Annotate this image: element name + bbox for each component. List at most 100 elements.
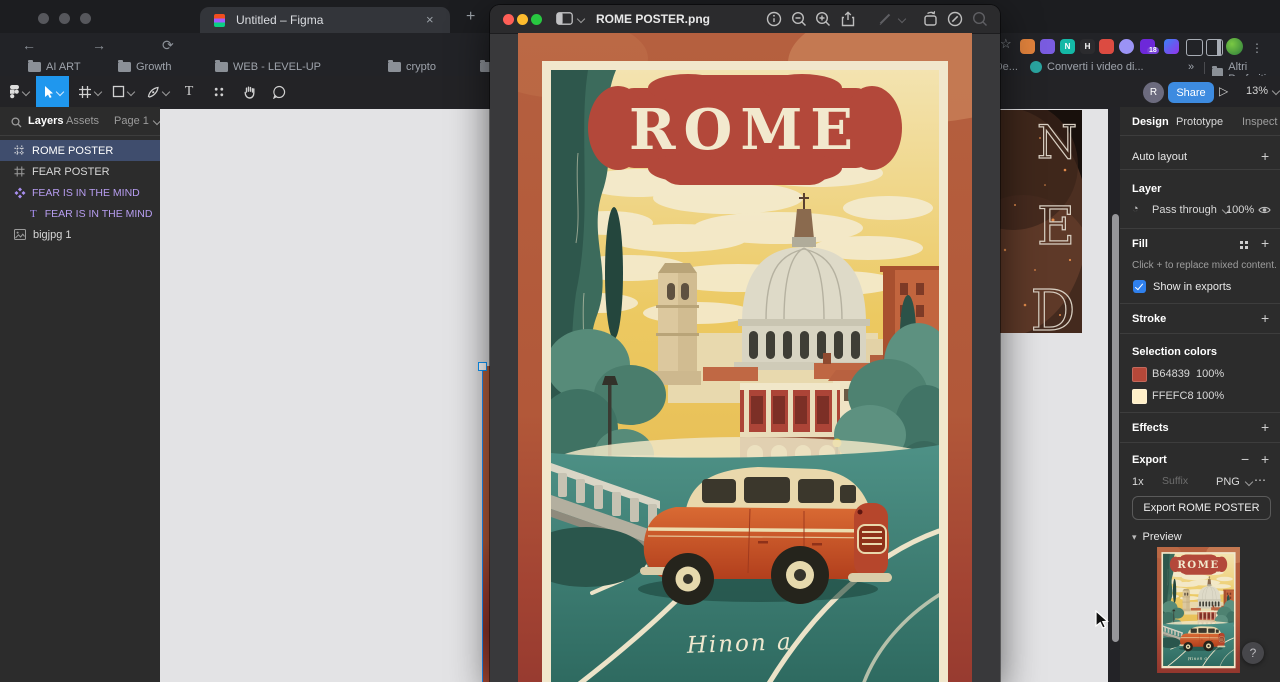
export-rome-poster-button[interactable]: Export ROME POSTER	[1132, 496, 1271, 520]
share-icon[interactable]	[839, 10, 857, 28]
present-icon[interactable]: ▷	[1219, 84, 1228, 98]
preview-sidebar-toggle[interactable]	[556, 12, 586, 25]
color-opacity-cream[interactable]: 100%	[1196, 390, 1224, 402]
tab-inspect[interactable]: Inspect	[1242, 116, 1277, 128]
rectangle-icon	[112, 85, 125, 98]
bookmark-converti-video[interactable]: Converti i video di...	[1030, 61, 1144, 73]
blend-mode-select[interactable]: Pass through	[1152, 204, 1231, 216]
side-panel-icon[interactable]	[1206, 39, 1223, 56]
zoom-out-icon[interactable]	[790, 10, 808, 28]
annotate-icon[interactable]	[946, 10, 964, 28]
browser-profile-avatar[interactable]	[1226, 38, 1243, 55]
bookmark-growth[interactable]: Growth	[118, 60, 171, 73]
help-button[interactable]: ?	[1242, 642, 1264, 664]
auto-layout-add-icon[interactable]: +	[1261, 149, 1269, 163]
layer-row-text-child[interactable]: T FEAR IS IN THE MIND	[0, 203, 160, 224]
tab-prototype[interactable]: Prototype	[1176, 116, 1223, 128]
preview-minimize-button[interactable]	[517, 13, 528, 25]
window-zoom-button[interactable]	[80, 13, 91, 24]
new-tab-button[interactable]: +	[466, 8, 475, 26]
color-hex-red[interactable]: B64839	[1152, 368, 1190, 380]
comment-tool[interactable]	[264, 76, 294, 107]
hand-tool[interactable]	[234, 76, 264, 107]
text-tool[interactable]: T	[174, 76, 204, 107]
bookmark-ai-art[interactable]: AI ART	[28, 60, 81, 73]
bookmarks-overflow-icon[interactable]: »	[1188, 61, 1194, 73]
layer-row-rome-poster[interactable]: ROME POSTER	[0, 140, 160, 161]
app-window: Untitled – Figma × + ← → ⟳ figma.com /fi…	[0, 0, 1280, 682]
export-suffix-input[interactable]	[1160, 474, 1208, 488]
back-icon[interactable]: ←	[22, 37, 36, 53]
reload-icon[interactable]: ⟳	[162, 37, 174, 54]
tab-layers[interactable]: Layers	[28, 115, 63, 127]
extension-icon-dark[interactable]: H	[1080, 39, 1095, 54]
export-scale[interactable]: 1x	[1132, 476, 1144, 488]
effects-add-icon[interactable]: +	[1261, 420, 1269, 434]
divider	[1120, 412, 1280, 413]
blend-mode-icon[interactable]: ◔	[1132, 203, 1139, 215]
info-icon[interactable]	[765, 10, 783, 28]
rotate-icon[interactable]	[922, 10, 940, 28]
browser-tab[interactable]: Untitled – Figma ×	[200, 7, 450, 33]
preview-titlebar[interactable]: ROME POSTER.png	[490, 5, 1000, 34]
tab-design[interactable]: Design	[1132, 116, 1169, 128]
export-add-icon[interactable]: +	[1261, 452, 1269, 466]
browser-menu-icon[interactable]: ⋮	[1251, 41, 1263, 55]
page-selector[interactable]: Page 1	[114, 115, 162, 127]
search-icon[interactable]	[971, 10, 989, 28]
layer-opacity[interactable]: 100%	[1226, 204, 1254, 216]
zoom-in-icon[interactable]	[814, 10, 832, 28]
preview-zoom-button[interactable]	[531, 13, 542, 25]
markup-pen-icon[interactable]	[877, 10, 894, 27]
chevron-down-icon	[126, 87, 136, 96]
pen-tool[interactable]	[140, 76, 174, 107]
preview-close-button[interactable]	[503, 13, 514, 25]
figma-main-menu[interactable]	[4, 76, 34, 107]
resources-tool[interactable]	[204, 76, 234, 107]
forward-icon[interactable]: →	[92, 37, 106, 53]
canvas-scrollbar[interactable]	[1112, 214, 1119, 642]
extension-icon-orange[interactable]	[1020, 39, 1035, 54]
fill-add-icon[interactable]: +	[1261, 236, 1269, 250]
color-hex-cream[interactable]: FFEFC8	[1152, 390, 1194, 402]
extension-icon-lavender[interactable]	[1119, 39, 1134, 54]
fill-styles-icon[interactable]	[1240, 241, 1243, 244]
eye-icon[interactable]	[1258, 205, 1271, 215]
bookmark-web-level-up[interactable]: WEB - LEVEL-UP	[215, 60, 321, 73]
extensions-puzzle-icon[interactable]	[1186, 39, 1203, 56]
move-tool[interactable]	[36, 76, 69, 107]
extension-icon-badged[interactable]: 18	[1140, 39, 1159, 54]
stroke-add-icon[interactable]: +	[1261, 311, 1269, 325]
extension-icon-teal[interactable]: N	[1060, 39, 1075, 54]
preview-section-toggle[interactable]: ▾ Preview	[1132, 531, 1182, 543]
layer-row-fear-poster[interactable]: FEAR POSTER	[0, 161, 160, 182]
preview-window[interactable]: ROME POSTER.png Hinon a ROME	[490, 5, 1000, 682]
bookmark-crypto[interactable]: crypto	[388, 60, 436, 73]
fear-letter-e: E	[1037, 197, 1075, 257]
tab-assets[interactable]: Assets	[66, 115, 99, 127]
extension-icon-gradient[interactable]	[1164, 39, 1179, 54]
tab-close-icon[interactable]: ×	[426, 12, 434, 27]
show-in-exports-checkbox[interactable]	[1133, 280, 1146, 293]
search-icon[interactable]	[11, 117, 22, 128]
extension-icon-key[interactable]	[1099, 39, 1114, 54]
bookmark-star-icon[interactable]: ☆	[1000, 36, 1012, 52]
zoom-menu[interactable]: 13%	[1246, 85, 1280, 97]
avatar[interactable]: R	[1143, 82, 1164, 103]
layer-row-bigjpg[interactable]: bigjpg 1	[0, 224, 160, 245]
layer-row-component[interactable]: FEAR IS IN THE MIND	[0, 182, 160, 203]
export-more-icon[interactable]: ⋯	[1254, 473, 1266, 487]
extension-icon-purple[interactable]	[1040, 39, 1055, 54]
color-opacity-red[interactable]: 100%	[1196, 368, 1224, 380]
export-format-select[interactable]: PNG	[1216, 476, 1254, 488]
selection-outline	[481, 366, 483, 682]
window-close-button[interactable]	[38, 13, 49, 24]
shape-tool[interactable]	[106, 76, 140, 107]
color-swatch-cream[interactable]	[1132, 389, 1147, 404]
share-button[interactable]: Share	[1168, 82, 1214, 103]
color-swatch-red[interactable]	[1132, 367, 1147, 382]
selection-handle[interactable]	[478, 362, 487, 371]
window-minimize-button[interactable]	[59, 13, 70, 24]
export-remove-icon[interactable]: −	[1241, 452, 1249, 466]
frame-tool[interactable]	[72, 76, 106, 107]
